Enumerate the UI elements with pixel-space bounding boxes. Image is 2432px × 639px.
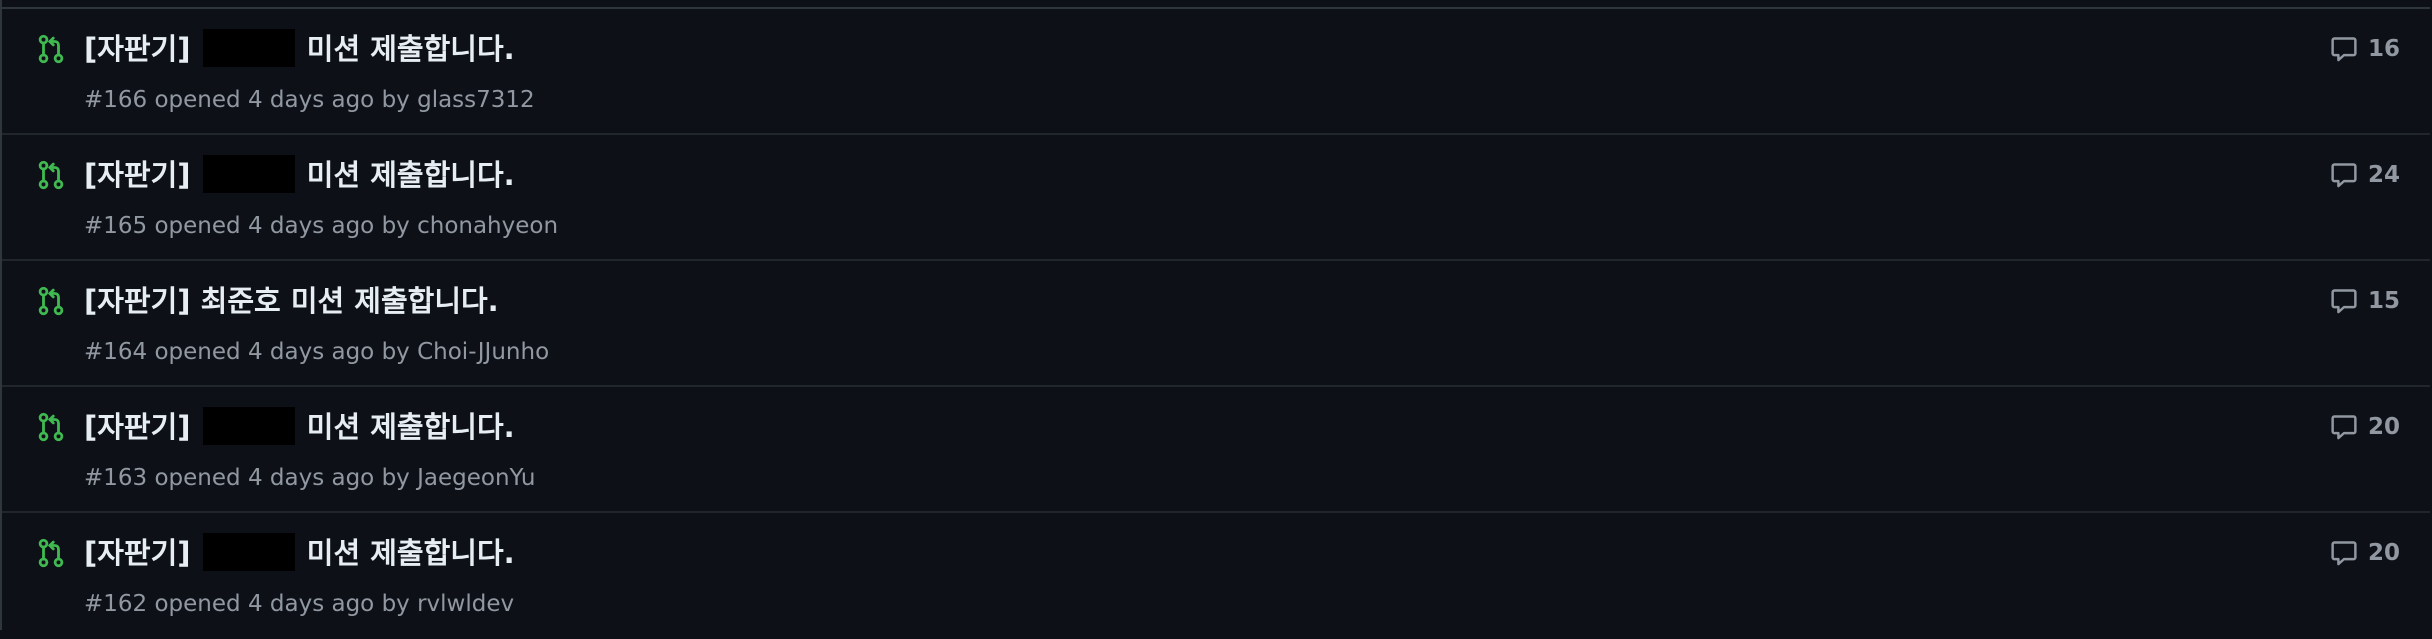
- pr-opened-text: opened 4 days ago by: [154, 213, 410, 239]
- pull-request-list: [자판기] 미션 제출합니다. #166 opened 4 days ago b…: [0, 0, 2430, 630]
- comments-link[interactable]: 20: [2330, 413, 2400, 441]
- comment-icon: [2331, 289, 2357, 314]
- pr-number: #166: [84, 87, 148, 113]
- pr-title-name: 최준호: [200, 284, 281, 318]
- pr-number: #162: [84, 591, 148, 617]
- comment-count: 15: [2367, 288, 2400, 314]
- redacted-name: [202, 407, 295, 445]
- pr-row-165: [자판기] 미션 제출합니다. #165 opened 4 days ago b…: [2, 135, 2430, 261]
- comment-icon: [2331, 37, 2357, 62]
- pr-meta: #163 opened 4 days ago by JaegeonYu: [84, 463, 536, 493]
- pr-author-link[interactable]: glass7312: [417, 87, 535, 113]
- pr-meta: #164 opened 4 days ago by Choi-JJunho: [84, 337, 549, 367]
- comments-link[interactable]: 20: [2330, 539, 2400, 567]
- comment-count: 20: [2367, 414, 2400, 440]
- pr-row-164: [자판기] 최준호 미션 제출합니다. #164 opened 4 days a…: [2, 261, 2430, 387]
- comment-icon: [2331, 415, 2357, 440]
- pr-title-suffix: 미션 제출합니다.: [306, 158, 515, 192]
- git-pull-request-open-icon: [38, 412, 64, 442]
- comment-icon: [2331, 541, 2357, 566]
- redacted-name: [202, 29, 295, 67]
- pr-title-link[interactable]: [자판기] 최준호 미션 제출합니다.: [84, 281, 499, 321]
- pr-number: #163: [84, 465, 148, 491]
- pr-title-prefix: [자판기]: [84, 410, 191, 444]
- git-pull-request-open-icon: [38, 538, 64, 568]
- git-pull-request-open-icon: [38, 34, 64, 64]
- redacted-name: [202, 533, 295, 571]
- pr-author-link[interactable]: rvlwldev: [417, 591, 514, 617]
- pr-title-link[interactable]: [자판기] 미션 제출합니다.: [84, 155, 515, 195]
- pr-number: #165: [84, 213, 148, 239]
- pr-title-link[interactable]: [자판기] 미션 제출합니다.: [84, 533, 515, 573]
- comments-link[interactable]: 24: [2330, 161, 2400, 189]
- pr-row-162: [자판기] 미션 제출합니다. #162 opened 4 days ago b…: [2, 513, 2430, 639]
- pr-row-163: [자판기] 미션 제출합니다. #163 opened 4 days ago b…: [2, 387, 2430, 513]
- pr-meta: #162 opened 4 days ago by rvlwldev: [84, 589, 514, 619]
- pr-author-link[interactable]: JaegeonYu: [417, 465, 535, 491]
- pr-meta: #166 opened 4 days ago by glass7312: [84, 85, 535, 115]
- pr-author-link[interactable]: chonahyeon: [417, 213, 558, 239]
- pr-opened-text: opened 4 days ago by: [154, 465, 410, 491]
- redacted-name: [202, 155, 295, 193]
- list-top-divider: [2, 0, 2430, 9]
- pr-title-suffix: 미션 제출합니다.: [306, 410, 515, 444]
- pr-title-link[interactable]: [자판기] 미션 제출합니다.: [84, 407, 515, 447]
- pr-title-prefix: [자판기]: [84, 158, 191, 192]
- pr-opened-text: opened 4 days ago by: [154, 87, 410, 113]
- pr-opened-text: opened 4 days ago by: [154, 591, 410, 617]
- git-pull-request-open-icon: [38, 286, 64, 316]
- pr-meta: #165 opened 4 days ago by chonahyeon: [84, 211, 558, 241]
- comment-count: 20: [2367, 540, 2400, 566]
- comment-count: 24: [2367, 162, 2400, 188]
- git-pull-request-open-icon: [38, 160, 64, 190]
- pr-title-suffix: 미션 제출합니다.: [306, 536, 515, 570]
- pr-author-link[interactable]: Choi-JJunho: [417, 339, 549, 365]
- pr-title-prefix: [자판기]: [84, 536, 191, 570]
- pr-number: #164: [84, 339, 148, 365]
- pr-title-link[interactable]: [자판기] 미션 제출합니다.: [84, 29, 515, 69]
- comments-link[interactable]: 15: [2330, 287, 2400, 315]
- comment-icon: [2331, 163, 2357, 188]
- pr-opened-text: opened 4 days ago by: [154, 339, 410, 365]
- pr-title-prefix: [자판기]: [84, 32, 191, 66]
- comments-link[interactable]: 16: [2330, 35, 2400, 63]
- pr-title-suffix: 미션 제출합니다.: [306, 32, 515, 66]
- pr-row-166: [자판기] 미션 제출합니다. #166 opened 4 days ago b…: [2, 9, 2430, 135]
- pr-title-prefix: [자판기]: [84, 284, 191, 318]
- pr-title-suffix: 미션 제출합니다.: [290, 284, 499, 318]
- comment-count: 16: [2367, 36, 2400, 62]
